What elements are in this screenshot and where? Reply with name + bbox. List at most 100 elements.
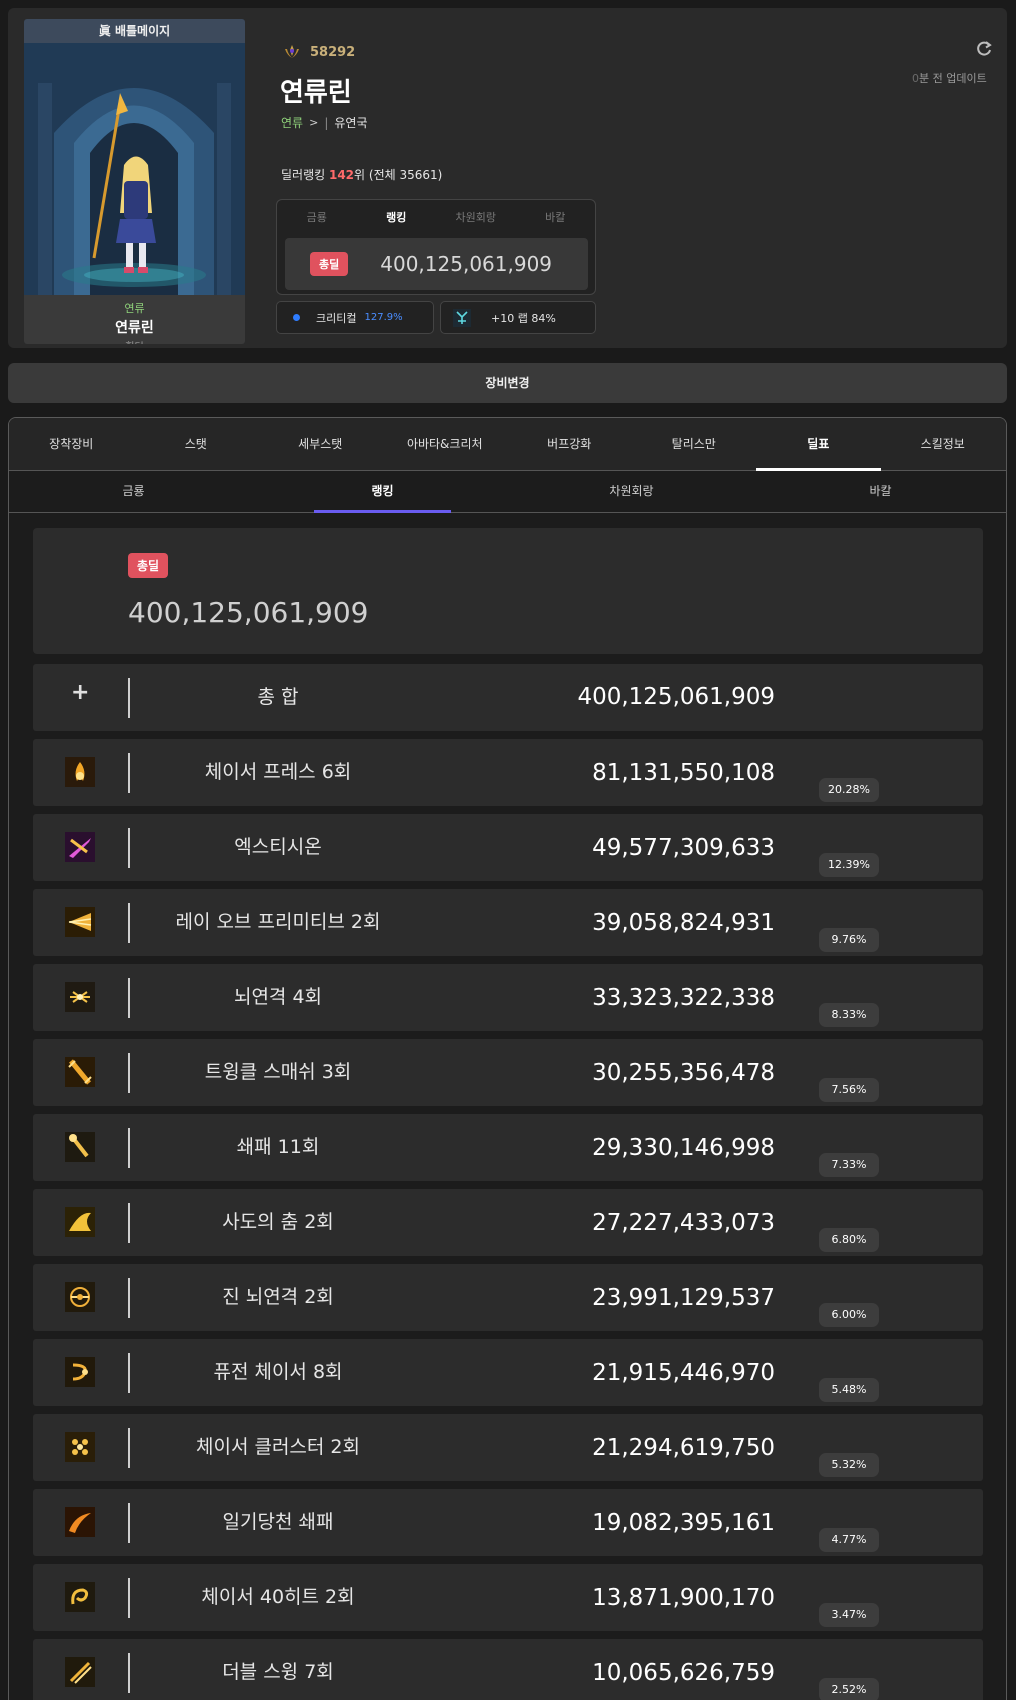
- adventure-row: 연류 > | 유연국: [281, 114, 367, 131]
- tab-talisman[interactable]: 탈리스만: [632, 418, 757, 470]
- twinkle-smash-icon: [65, 1057, 95, 1087]
- skill-name: 더블 스윙 7회: [222, 1661, 334, 1683]
- skill-name: 엑스티시온: [234, 836, 322, 858]
- tab-damage-table[interactable]: 딜표: [756, 418, 881, 471]
- skill-name: 일기당천 쇄패: [222, 1511, 334, 1533]
- skill-damage-share: 20.28%: [819, 778, 879, 802]
- total-sum-label: 총 합: [257, 686, 299, 708]
- skill-damage-share: 6.00%: [819, 1303, 879, 1327]
- profile-card: 眞 배틀메이지 연류 연류린 58292 연류린 연류 > | 유연국 딜러랭킹…: [8, 8, 1007, 348]
- skill-damage-share: 3.47%: [819, 1603, 879, 1627]
- character-portrait: [24, 43, 245, 295]
- dealer-ranking-suffix: 위 (전체 35661): [354, 168, 443, 182]
- skill-damage: 23,991,129,537: [592, 1285, 775, 1311]
- divider: [128, 678, 130, 718]
- divider: [128, 978, 130, 1018]
- divider: [128, 828, 130, 868]
- staff-strike-icon: [65, 1132, 95, 1162]
- skill-damage-share: 6.80%: [819, 1228, 879, 1252]
- divider: [128, 1428, 130, 1468]
- rank-tab-dimension[interactable]: 차원회랑: [436, 200, 516, 236]
- character-card-name: 연류린: [115, 320, 154, 336]
- critical-dot-icon: [293, 314, 300, 321]
- divider: [128, 1053, 130, 1093]
- tab-stats[interactable]: 스탯: [134, 418, 259, 470]
- skill-name: 뇌연격 4회: [233, 986, 323, 1008]
- skill-row[interactable]: 사도의 춤 2회 27,227,433,073 6.80%: [33, 1189, 983, 1256]
- chaser-cluster-icon: [65, 1432, 95, 1462]
- dealer-ranking-prefix: 딜러랭킹: [281, 168, 329, 182]
- skill-damage-share: 7.56%: [819, 1078, 879, 1102]
- skill-damage: 27,227,433,073: [592, 1210, 775, 1236]
- skill-row[interactable]: 트윙클 스매쉬 3회 30,255,356,478 7.56%: [33, 1039, 983, 1106]
- equip-change-button[interactable]: 장비변경: [8, 363, 1007, 403]
- skill-name: 체이서 프레스 6회: [204, 761, 352, 783]
- rank-tab-bakal[interactable]: 바칼: [516, 200, 596, 236]
- update-label: 분 전 업데이트: [919, 72, 987, 85]
- tab-buff-enhance[interactable]: 버프강화: [507, 418, 632, 470]
- rank-summary-damage: 400,125,061,909: [380, 252, 553, 276]
- subtab-dimension[interactable]: 차원회랑: [507, 471, 756, 512]
- skill-row[interactable]: 일기당천 쇄패 19,082,395,161 4.77%: [33, 1489, 983, 1556]
- critical-value: 127.9%: [364, 312, 403, 323]
- character-card[interactable]: 眞 배틀메이지 연류 연류린: [24, 19, 245, 344]
- update-count: 0: [912, 72, 919, 85]
- critical-label: 크리티컬: [316, 311, 357, 325]
- expand-plus-icon[interactable]: +: [71, 680, 89, 705]
- skill-name: 레이 오브 프리미티브 2회: [175, 911, 381, 933]
- character-name: 연류린: [280, 78, 352, 108]
- skill-row[interactable]: 더블 스윙 7회 10,065,626,759 2.52%: [33, 1639, 983, 1700]
- total-sum-damage: 400,125,061,909: [577, 684, 775, 710]
- tab-skill-info[interactable]: 스킬정보: [881, 418, 1006, 470]
- total-damage-badge: 총딜: [128, 553, 169, 578]
- fame-laurel-icon: [285, 45, 299, 58]
- tab-detailed-stats[interactable]: 세부스탯: [258, 418, 383, 470]
- total-damage-box: 총딜 400,125,061,909: [33, 528, 983, 654]
- subtab-ranking[interactable]: 랭킹: [258, 471, 507, 513]
- divider: [128, 1203, 130, 1243]
- skill-row[interactable]: 레이 오브 프리미티브 2회 39,058,824,931 9.76%: [33, 889, 983, 956]
- rank-tab-geumryong[interactable]: 금룡: [277, 200, 357, 236]
- skill-damage-list: + 총 합 400,125,061,909 체이서 프레스 6회 81,131,5…: [33, 664, 983, 1700]
- adventure-link[interactable]: 연류: [281, 114, 303, 131]
- skill-damage: 39,058,824,931: [592, 910, 775, 936]
- shadow-dance-icon: [65, 1207, 95, 1237]
- tab-equipment[interactable]: 장착장비: [9, 418, 134, 470]
- divider: [128, 903, 130, 943]
- main-panel: 장착장비 스탯 세부스탯 아바타&크리처 버프강화 탈리스만 딜표 스킬정보 금…: [8, 417, 1007, 1700]
- skill-name: 트윙클 스매쉬 3회: [204, 1061, 352, 1083]
- subtab-geumryong[interactable]: 금룡: [9, 471, 258, 512]
- update-status: 0분 전 업데이트: [912, 70, 987, 86]
- refresh-icon[interactable]: [974, 39, 994, 59]
- sub-tabs: 금룡 랭킹 차원회랑 바칼: [9, 471, 1006, 513]
- guild-name: 유연국: [334, 116, 368, 130]
- subtab-bakal[interactable]: 바칼: [756, 471, 1005, 512]
- enchant-rune-icon: [453, 308, 471, 327]
- skill-damage: 10,065,626,759: [592, 1660, 775, 1686]
- skill-damage: 33,323,322,338: [592, 985, 775, 1011]
- skill-damage: 30,255,356,478: [592, 1060, 775, 1086]
- fame-value: 58292: [310, 44, 356, 60]
- rank-tab-ranking[interactable]: 랭킹: [357, 200, 437, 236]
- chaser-hits-icon: [65, 1582, 95, 1612]
- skill-row[interactable]: 진 뇌연격 2회 23,991,129,537 6.00%: [33, 1264, 983, 1331]
- skill-row[interactable]: 체이서 프레스 6회 81,131,550,108 20.28%: [33, 739, 983, 806]
- skill-row[interactable]: 뇌연격 4회 33,323,322,338 8.33%: [33, 964, 983, 1031]
- skill-damage-share: 5.48%: [819, 1378, 879, 1402]
- total-damage-badge: 총딜: [310, 252, 349, 276]
- skill-row[interactable]: 체이서 40히트 2회 13,871,900,170 3.47%: [33, 1564, 983, 1631]
- skill-damage: 21,294,619,750: [592, 1435, 775, 1461]
- skill-row[interactable]: 엑스티시온 49,577,309,633 12.39%: [33, 814, 983, 881]
- skill-damage-share: 8.33%: [819, 1003, 879, 1027]
- tab-avatar-creature[interactable]: 아바타&크리처: [383, 418, 508, 470]
- enchant-chip: +10 랩 84%: [440, 301, 596, 334]
- skill-row[interactable]: 쇄패 11회 29,330,146,998 7.33%: [33, 1114, 983, 1181]
- total-sum-row[interactable]: + 총 합 400,125,061,909: [33, 664, 983, 731]
- skill-damage: 81,131,550,108: [592, 760, 775, 786]
- divider: |: [324, 115, 329, 130]
- skill-name: 쇄패 11회: [236, 1136, 320, 1158]
- skill-row[interactable]: 퓨전 체이서 8회 21,915,446,970 5.48%: [33, 1339, 983, 1406]
- divider: [128, 1128, 130, 1168]
- divider: [128, 1578, 130, 1618]
- skill-row[interactable]: 체이서 클러스터 2회 21,294,619,750 5.32%: [33, 1414, 983, 1481]
